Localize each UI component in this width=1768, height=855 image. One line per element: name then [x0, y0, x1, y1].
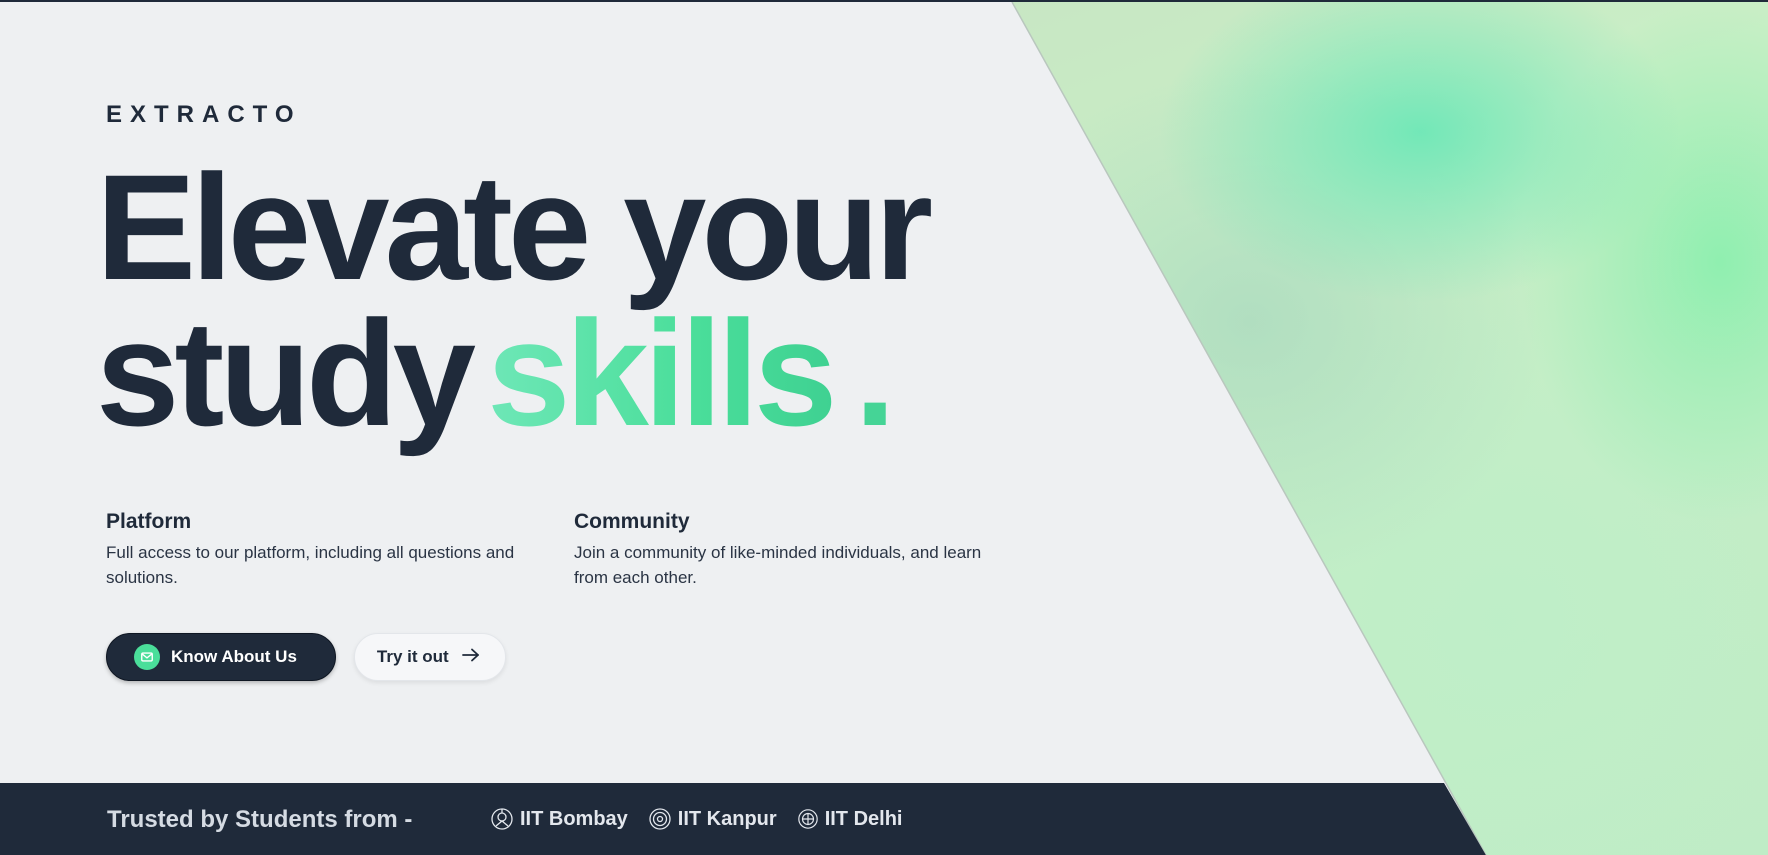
- know-about-us-label: Know About Us: [171, 647, 297, 666]
- know-about-us-button[interactable]: Know About Us: [106, 633, 336, 681]
- arrow-right-icon: [461, 647, 481, 668]
- headline-line-2: study skills.: [96, 298, 928, 448]
- try-it-out-button[interactable]: Try it out: [353, 633, 506, 681]
- feature-platform-title: Platform: [106, 510, 192, 533]
- feature-community: Community Join a community of like-minde…: [574, 510, 994, 590]
- institution-name: IIT Bombay: [520, 807, 628, 830]
- brand-logo-text[interactable]: EXTRACTO: [106, 101, 302, 129]
- try-it-out-label: Try it out: [376, 647, 449, 666]
- mail-icon: [134, 644, 160, 670]
- iit-bombay-emblem-icon: [490, 807, 514, 831]
- landing-page: EXTRACTO Elevate your study skills. Platf…: [0, 0, 1768, 855]
- headline-line-1: Elevate your: [96, 143, 933, 311]
- feature-community-title: Community: [574, 510, 690, 533]
- feature-platform: Platform Full access to our platform, in…: [106, 510, 526, 590]
- headline-dot: .: [854, 289, 896, 457]
- iit-kanpur-emblem-icon: [648, 807, 672, 831]
- institution-iit-bombay: IIT Bombay: [490, 807, 628, 831]
- hero-headline: Elevate your study skills.: [96, 143, 933, 448]
- institution-iit-delhi: IIT Delhi: [797, 807, 903, 831]
- feature-community-description: Join a community of like-minded individu…: [574, 543, 982, 587]
- institution-name: IIT Delhi: [824, 807, 903, 830]
- iit-delhi-emblem-icon: [797, 808, 819, 830]
- hero-actions: Know About Us Try it out: [106, 633, 506, 681]
- headline-accent-skills: skills: [487, 289, 837, 457]
- trust-logos: IIT Bombay IIT Kanpur IIT Delhi: [490, 807, 902, 831]
- institution-iit-kanpur: IIT Kanpur: [648, 807, 777, 831]
- institution-name: IIT Kanpur: [677, 807, 777, 830]
- feature-platform-description: Full access to our platform, including a…: [106, 543, 515, 587]
- trust-label: Trusted by Students from -: [107, 806, 413, 833]
- headline-word-study: study: [96, 289, 476, 457]
